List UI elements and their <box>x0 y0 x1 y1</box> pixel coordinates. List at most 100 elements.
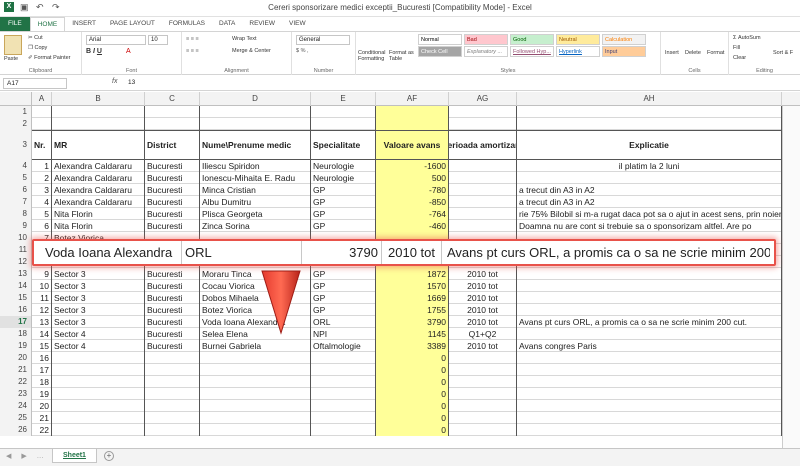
cell-a[interactable] <box>32 118 52 130</box>
cell-b[interactable]: Nita Florin <box>52 208 145 220</box>
cell-ag[interactable] <box>449 400 517 412</box>
cell-e[interactable]: GP <box>311 304 376 316</box>
cell-a[interactable]: 15 <box>32 340 52 352</box>
cell-ag[interactable]: 2010 tot <box>449 280 517 292</box>
cell-d[interactable] <box>200 388 311 400</box>
cell-c[interactable]: Bucuresti <box>145 220 200 232</box>
cell-d[interactable]: Plisca Georgeta <box>200 208 311 220</box>
cell-ag[interactable]: 2010 tot <box>449 316 517 328</box>
delete-button[interactable]: Delete <box>685 50 701 56</box>
cell-a[interactable]: 19 <box>32 388 52 400</box>
cell-b[interactable]: Sector 3 <box>52 292 145 304</box>
row-header[interactable]: 26 <box>0 424 32 436</box>
cell-e[interactable] <box>311 106 376 118</box>
row-header[interactable]: 15 <box>0 292 32 304</box>
cell-e[interactable] <box>311 388 376 400</box>
cell-e[interactable]: Neurologie <box>311 160 376 172</box>
style-calculation[interactable]: Calculation <box>602 34 646 45</box>
cell-af[interactable]: 500 <box>376 172 449 184</box>
cell-ah[interactable] <box>517 424 782 436</box>
cell-ah[interactable]: rie 75% Bilobil si m-a rugat daca pot sa… <box>517 208 782 220</box>
copy-button[interactable]: ❐ Copy <box>28 45 47 51</box>
cell-c[interactable] <box>145 400 200 412</box>
row-header[interactable]: 1 <box>0 106 32 118</box>
cell-c[interactable]: Bucuresti <box>145 196 200 208</box>
cell-ah[interactable] <box>517 304 782 316</box>
cell-a[interactable]: 10 <box>32 280 52 292</box>
cell-c[interactable]: Bucuresti <box>145 160 200 172</box>
cell-e[interactable]: GP <box>311 268 376 280</box>
cell-a[interactable]: 1 <box>32 160 52 172</box>
cell-e[interactable] <box>311 424 376 436</box>
cell-e[interactable]: Neurologie <box>311 172 376 184</box>
paste-icon[interactable] <box>4 35 22 55</box>
cell-ah[interactable] <box>517 280 782 292</box>
tab-formulas[interactable]: FORMULAS <box>162 17 212 31</box>
row-header[interactable]: 5 <box>0 172 32 184</box>
cell-e[interactable]: GP <box>311 184 376 196</box>
cell-ag[interactable] <box>449 208 517 220</box>
style-check-cell[interactable]: Check Cell <box>418 46 462 57</box>
cell-af[interactable]: -1600 <box>376 160 449 172</box>
cell-e[interactable] <box>311 364 376 376</box>
cell-b[interactable] <box>52 106 145 118</box>
tab-data[interactable]: DATA <box>212 17 242 31</box>
row-header[interactable]: 16 <box>0 304 32 316</box>
cell-ah[interactable]: Explicatie <box>517 130 782 160</box>
tab-page-layout[interactable]: PAGE LAYOUT <box>103 17 162 31</box>
cell-ag[interactable]: 2010 tot <box>449 292 517 304</box>
cell-a[interactable] <box>32 106 52 118</box>
cell-ag[interactable] <box>449 424 517 436</box>
cell-b[interactable]: Alexandra Caldararu <box>52 184 145 196</box>
cell-c[interactable] <box>145 118 200 130</box>
cell-af[interactable]: 1145 <box>376 328 449 340</box>
cell-ag[interactable]: Perioada amortizare <box>449 130 517 160</box>
style-followed-hyperlink[interactable]: Followed Hyp... <box>510 46 554 57</box>
cell-af[interactable] <box>376 118 449 130</box>
cell-e[interactable]: GP <box>311 208 376 220</box>
cell-ag[interactable] <box>449 412 517 424</box>
row-header[interactable]: 25 <box>0 412 32 424</box>
cell-af[interactable]: 0 <box>376 352 449 364</box>
cell-a[interactable]: 3 <box>32 184 52 196</box>
cell-ah[interactable] <box>517 172 782 184</box>
cell-e[interactable] <box>311 400 376 412</box>
cell-c[interactable] <box>145 412 200 424</box>
cell-d[interactable] <box>200 376 311 388</box>
cell-d[interactable]: Zinca Sorina <box>200 220 311 232</box>
row-header[interactable]: 17 <box>0 316 32 328</box>
tab-view[interactable]: VIEW <box>282 17 313 31</box>
format-as-table-button[interactable]: Format as Table <box>389 50 415 62</box>
cell-e[interactable]: NPI <box>311 328 376 340</box>
column-header-c[interactable]: C <box>145 92 200 106</box>
cell-ag[interactable] <box>449 364 517 376</box>
cell-e[interactable] <box>311 412 376 424</box>
row-header[interactable]: 21 <box>0 364 32 376</box>
row-header[interactable]: 19 <box>0 340 32 352</box>
cell-d[interactable]: Ionescu-Mihaita E. Radu <box>200 172 311 184</box>
insert-button[interactable]: Insert <box>665 50 679 56</box>
row-header[interactable]: 3 <box>0 130 32 160</box>
cell-b[interactable] <box>52 364 145 376</box>
style-bad[interactable]: Bad <box>464 34 508 45</box>
cell-c[interactable] <box>145 364 200 376</box>
cell-af[interactable] <box>376 106 449 118</box>
fill-button[interactable]: Fill <box>733 45 740 51</box>
cell-a[interactable]: 11 <box>32 292 52 304</box>
cell-b[interactable]: MR <box>52 130 145 160</box>
cell-b[interactable] <box>52 376 145 388</box>
cell-a[interactable]: 9 <box>32 268 52 280</box>
cell-ag[interactable] <box>449 388 517 400</box>
row-header[interactable]: 11 <box>0 244 32 256</box>
cell-b[interactable] <box>52 412 145 424</box>
cell-af[interactable]: 0 <box>376 376 449 388</box>
row-header[interactable]: 14 <box>0 280 32 292</box>
cell-e[interactable]: GP <box>311 280 376 292</box>
cell-d[interactable] <box>200 412 311 424</box>
bold-button[interactable]: B I U <box>86 48 102 55</box>
cell-ah[interactable] <box>517 268 782 280</box>
cell-b[interactable] <box>52 118 145 130</box>
style-normal[interactable]: Normal <box>418 34 462 45</box>
cell-a[interactable]: 17 <box>32 364 52 376</box>
cell-af[interactable]: -764 <box>376 208 449 220</box>
